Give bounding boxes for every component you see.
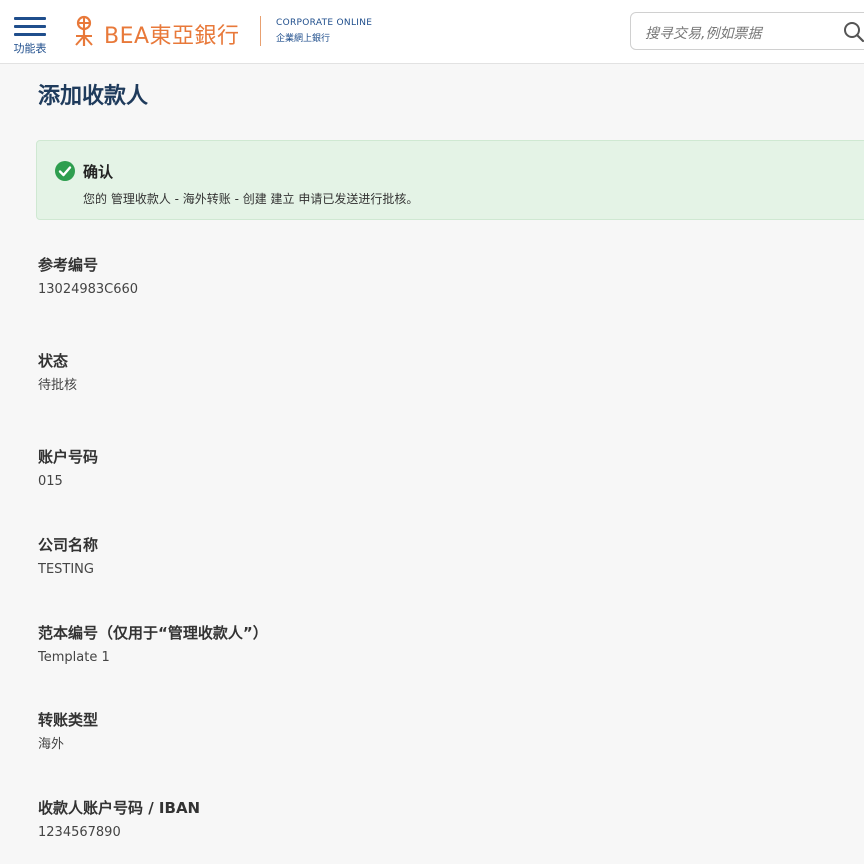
- field-company-name: 公司名称 TESTING: [38, 535, 818, 579]
- check-circle-icon: [55, 161, 75, 181]
- field-transfer-type: 转账类型 海外: [38, 710, 818, 754]
- field-payee-account-iban: 收款人账户号码 / IBAN 1234567890: [38, 798, 818, 842]
- page: 功能表 BEA東亞銀行 CORPORATE ONLINE 企業網上銀行 搜寻交易…: [0, 0, 864, 864]
- field-label: 账户号码: [38, 448, 99, 466]
- field-value: 015: [38, 474, 63, 489]
- alert-title: 确认: [83, 163, 114, 181]
- field-label: 收款人账户号码 / IBAN: [38, 799, 201, 817]
- bank-logo[interactable]: BEA東亞銀行 CORPORATE ONLINE 企業網上銀行: [72, 12, 372, 52]
- menu-label: 功能表: [13, 42, 47, 55]
- menu-button[interactable]: 功能表: [10, 14, 50, 58]
- search-box[interactable]: 搜寻交易,例如票据: [630, 12, 864, 50]
- bea-emblem-icon: [75, 15, 93, 46]
- field-value: 13024983C660: [38, 282, 139, 297]
- page-title: 添加收款人: [38, 84, 149, 109]
- hamburger-icon-bar: [14, 33, 46, 36]
- logo-subtitle-zh: 企業網上銀行: [276, 34, 331, 44]
- logo-brand-text: BEA東亞銀行: [104, 24, 240, 49]
- field-template-number: 范本编号（仅用于“管理收款人”） Template 1: [38, 623, 818, 667]
- field-value: 海外: [38, 737, 65, 752]
- main-content: 添加收款人 确认 您的 管理收款人 - 海外转账 - 创建 建立 申请已发送进行…: [0, 64, 864, 864]
- hamburger-icon-bar: [14, 25, 46, 28]
- field-label: 参考编号: [38, 256, 99, 274]
- hamburger-icon: [14, 17, 46, 20]
- logo-subtitle-en: CORPORATE ONLINE: [276, 18, 373, 28]
- alert-message: 您的 管理收款人 - 海外转账 - 创建 建立 申请已发送进行批核。: [83, 192, 419, 206]
- field-value: Template 1: [38, 650, 110, 665]
- logo-divider: [260, 16, 261, 46]
- top-header: 功能表 BEA東亞銀行 CORPORATE ONLINE 企業網上銀行 搜寻交易…: [0, 0, 864, 64]
- field-label: 范本编号（仅用于“管理收款人”）: [38, 624, 268, 642]
- field-value: 待批核: [38, 378, 78, 393]
- search-input[interactable]: 搜寻交易,例如票据: [645, 23, 761, 43]
- field-label: 转账类型: [38, 711, 99, 729]
- field-reference-number: 参考编号 13024983C660: [38, 255, 818, 299]
- field-account-number: 账户号码 015: [38, 447, 818, 491]
- field-value: TESTING: [38, 562, 94, 577]
- field-label: 状态: [38, 352, 69, 370]
- field-value: 1234567890: [38, 825, 121, 840]
- search-icon[interactable]: [843, 21, 864, 43]
- field-label: 公司名称: [38, 536, 99, 554]
- field-status: 状态 待批核: [38, 351, 818, 395]
- confirmation-alert: 确认 您的 管理收款人 - 海外转账 - 创建 建立 申请已发送进行批核。: [36, 140, 864, 220]
